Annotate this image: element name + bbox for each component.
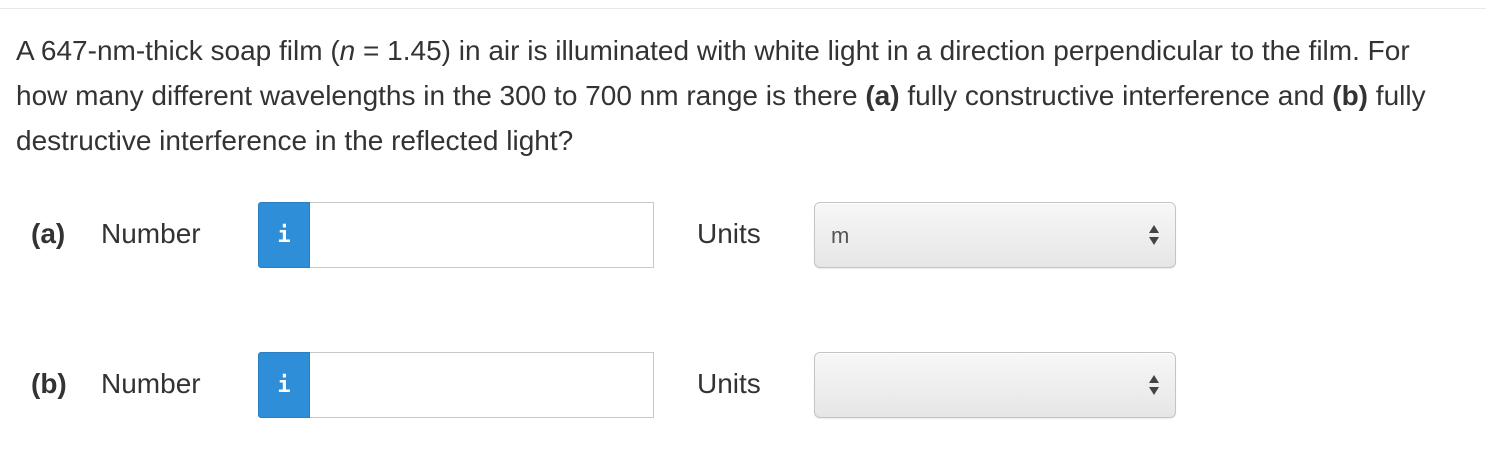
- question-text: A 647-nm-thick soap film (n = 1.45) in a…: [16, 28, 1456, 163]
- info-icon: i: [277, 372, 291, 398]
- answer-row-b: (b) Number i Units: [0, 352, 1486, 418]
- part-a-number-input[interactable]: [310, 202, 654, 268]
- part-b-info-button[interactable]: i: [258, 352, 310, 418]
- part-b-label: (b): [31, 368, 67, 399]
- part-a-units-value: m: [831, 223, 850, 248]
- info-icon: i: [277, 222, 291, 248]
- question-text-part-1: A 647-nm-thick soap film (: [16, 35, 340, 66]
- part-a-number-label: Number: [101, 218, 201, 249]
- part-b-units-label: Units: [697, 368, 761, 399]
- part-a-label: (a): [31, 218, 66, 249]
- refractive-index-symbol: n: [339, 35, 356, 66]
- question-text-part-3: fully constructive interference and: [899, 80, 1333, 111]
- answer-row-a: (a) Number i Units m: [0, 202, 1486, 268]
- top-divider: [0, 8, 1486, 9]
- select-arrows-icon: [1149, 225, 1159, 247]
- part-b-number-input[interactable]: [310, 352, 654, 418]
- question-part-b-tag: (b): [1332, 80, 1369, 111]
- part-b-number-label: Number: [101, 368, 201, 399]
- part-a-info-button[interactable]: i: [258, 202, 310, 268]
- select-arrows-icon: [1149, 375, 1159, 397]
- part-a-units-label: Units: [697, 218, 761, 249]
- part-a-units-select[interactable]: m: [814, 202, 1176, 268]
- part-b-units-select[interactable]: [814, 352, 1176, 418]
- question-part-a-tag: (a): [865, 80, 900, 111]
